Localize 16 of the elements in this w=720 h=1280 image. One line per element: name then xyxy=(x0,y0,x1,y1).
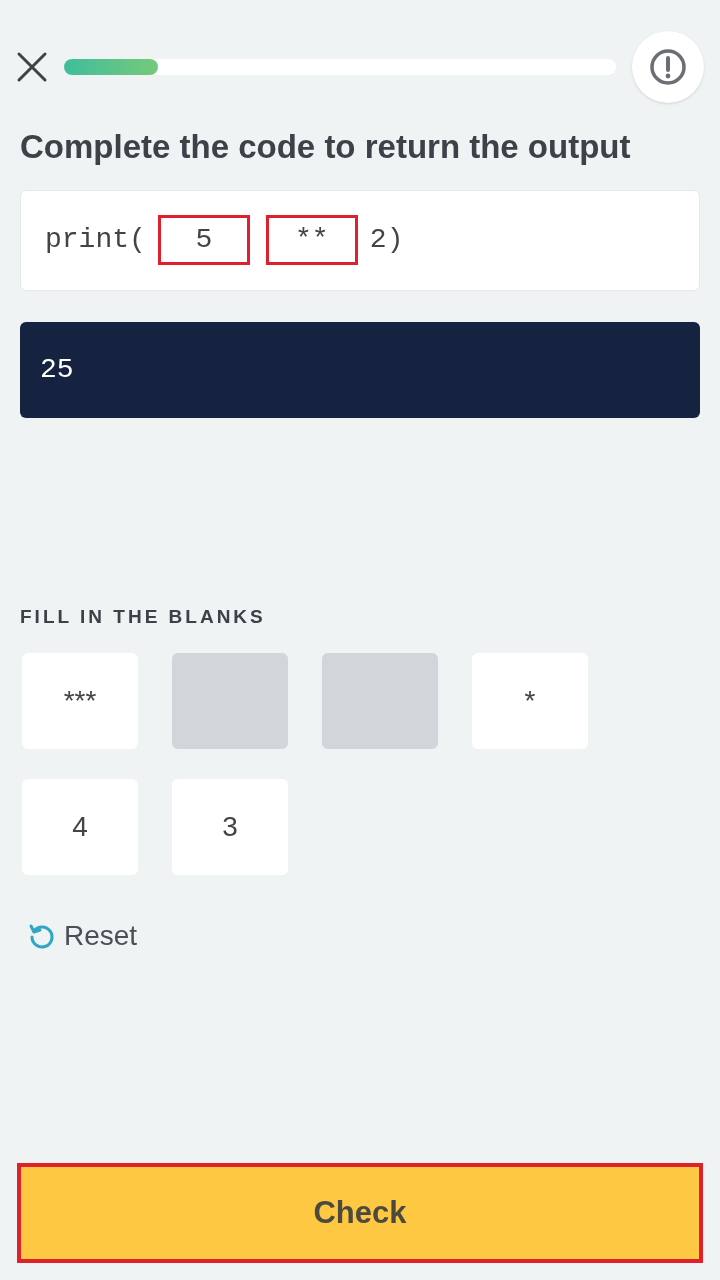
reset-button[interactable]: Reset xyxy=(28,915,138,957)
close-button[interactable] xyxy=(16,51,48,83)
question-title: Complete the code to return the output xyxy=(20,127,632,167)
section-label: FILL IN THE BLANKS xyxy=(20,604,267,629)
code-text: print( xyxy=(45,223,146,257)
code-blank[interactable]: 5 xyxy=(157,215,250,265)
code-blank[interactable]: ** xyxy=(265,215,358,265)
reset-icon xyxy=(28,922,56,950)
answer-tile[interactable]: 3 xyxy=(172,779,288,875)
code-text: 2) xyxy=(369,223,404,257)
output-text: 25 xyxy=(40,352,74,387)
answer-tile[interactable]: 4 xyxy=(22,779,138,875)
answer-tile[interactable]: *** xyxy=(22,653,138,749)
alert-icon xyxy=(649,48,687,86)
check-button[interactable]: Check xyxy=(17,1163,703,1263)
answer-tile[interactable]: * xyxy=(472,653,588,749)
